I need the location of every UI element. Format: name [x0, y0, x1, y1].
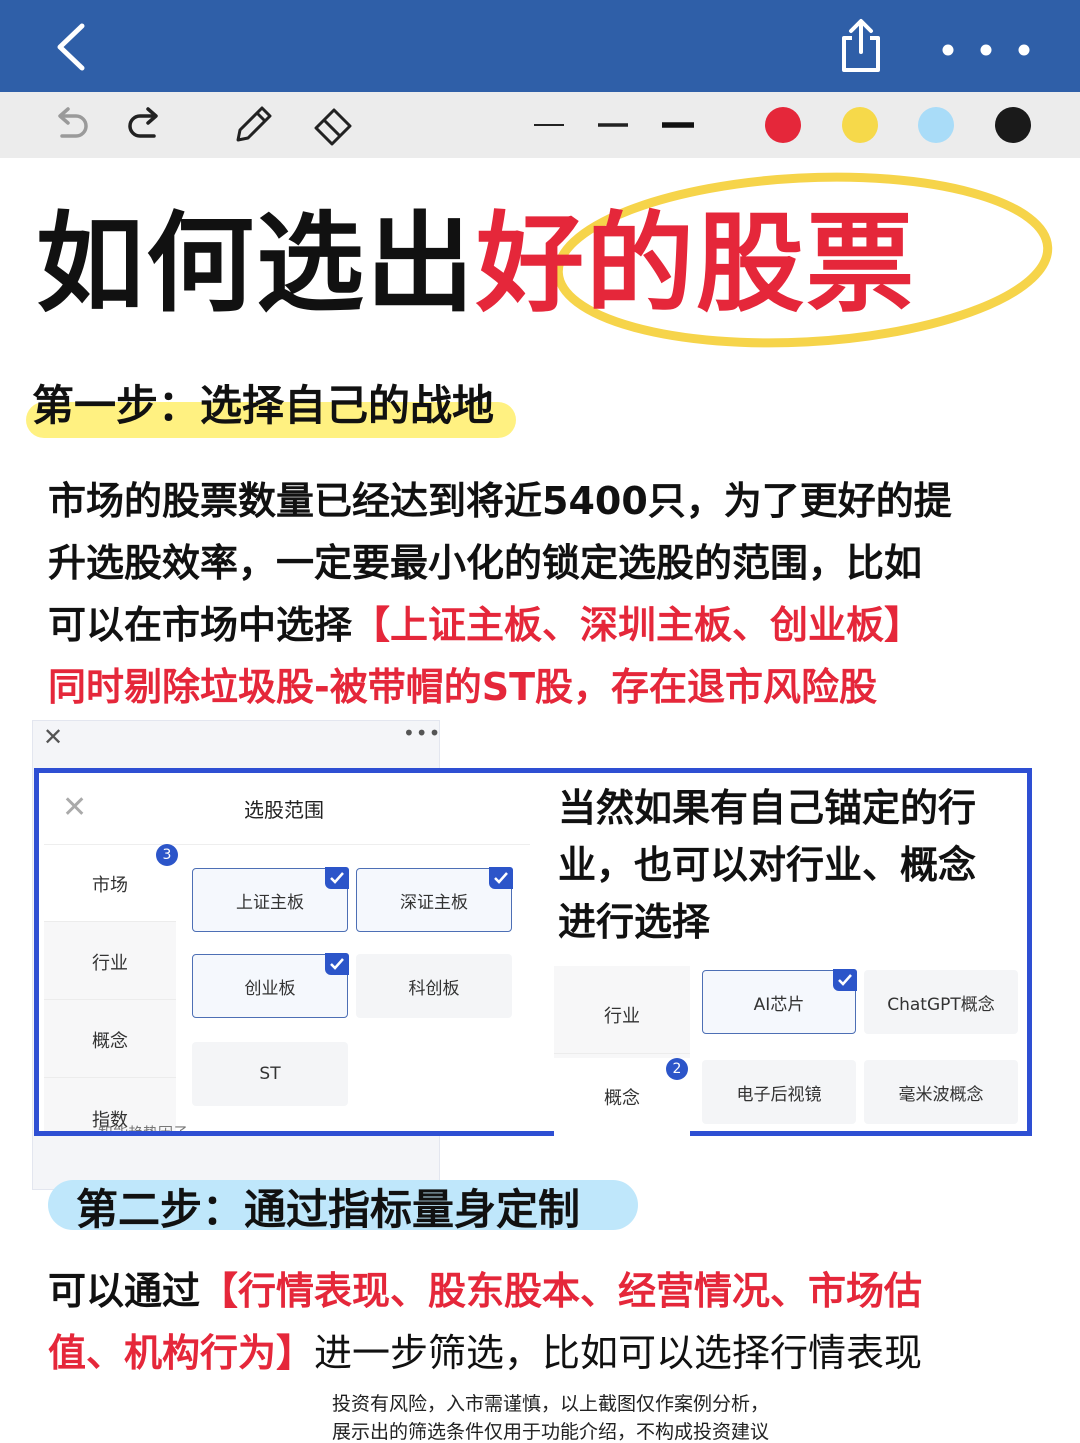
step2-line-2-red: 值、机构行为】 [48, 1331, 315, 1375]
overlap-text: 智能趋势因子 [98, 1122, 188, 1131]
chip-label: 深证主板 [400, 892, 468, 913]
chip-star-market[interactable]: 科创板 [356, 954, 512, 1018]
scope-sidebar: 市场 行业 概念 指数 [44, 846, 176, 1131]
disclaimer-line-1: 投资有风险，入市需谨慎，以上截图仅作案例分析， [332, 1393, 770, 1415]
title-black-part: 如何选出 [36, 202, 477, 327]
chip-shanghai-main-board[interactable]: 上证主板 [192, 867, 349, 932]
eraser-icon[interactable] [310, 102, 356, 148]
step1-line-1: 市场的股票数量已经达到将近5400只，为了更好的提 [48, 479, 952, 523]
check-icon [325, 867, 349, 889]
industry-concept-note: 当然如果有自己锚定的行 业，也可以对行业、概念 进行选择 [558, 780, 976, 951]
step2-heading: 第二步：通过指标量身定制 [76, 1185, 581, 1234]
color-swatch-black[interactable] [995, 107, 1031, 143]
color-swatch-yellow[interactable] [842, 107, 878, 143]
step2-line-1-black: 可以通过 [48, 1269, 201, 1313]
redo-icon[interactable] [122, 102, 168, 148]
chip-st[interactable]: ST [192, 1042, 348, 1106]
chip-chinext[interactable]: 创业板 [192, 953, 349, 1018]
sidebar-item-industry[interactable]: 行业 [554, 976, 690, 1054]
step1-line-3: 可以在市场中选择【上证主板、深圳主板、创业板】 [48, 594, 922, 656]
count-badge: 3 [156, 844, 178, 866]
note-line-2: 业，也可以对行业、概念 [558, 843, 977, 887]
line-width-thin[interactable] [532, 108, 566, 142]
step1-heading: 第一步：选择自己的战地 [32, 381, 495, 430]
share-icon[interactable] [836, 18, 886, 74]
chip-millimeter-wave[interactable]: 毫米波概念 [864, 1060, 1018, 1124]
check-icon [489, 867, 513, 889]
step1-line-3-red: 【上证主板、深圳主板、创业板】 [352, 603, 923, 647]
close-icon[interactable]: ✕ [43, 723, 63, 751]
chip-label: 创业板 [244, 978, 296, 999]
check-icon [833, 969, 857, 991]
page-title: 如何选出好的股票 [36, 200, 916, 330]
step1-line-4: 同时剔除垃圾股-被带帽的ST股，存在退市风险股 [48, 665, 878, 709]
check-icon [325, 953, 349, 975]
top-nav-bar [0, 0, 1080, 92]
pencil-icon[interactable] [230, 102, 276, 148]
chip-electronic-mirror[interactable]: 电子后视镜 [702, 1060, 856, 1124]
disclaimer-line-2: 展示出的筛选条件仅用于功能介绍，不构成投资建议 [332, 1421, 770, 1443]
chip-shenzhen-main-board[interactable]: 深证主板 [356, 867, 513, 932]
chip-chatgpt-concept[interactable]: ChatGPT概念 [864, 970, 1018, 1034]
more-horizontal-icon[interactable] [936, 30, 1036, 70]
color-swatch-red[interactable] [765, 107, 801, 143]
concept-sidebar: 行业 概念 [554, 966, 690, 1136]
chip-label: AI芯片 [753, 994, 805, 1015]
color-swatch-light-blue[interactable] [918, 107, 954, 143]
chevron-left-icon[interactable] [50, 22, 94, 72]
sidebar-item-concept[interactable]: 概念 [44, 1002, 176, 1078]
step2-line-1-red: 【行情表现、股东股本、经营情况、市场估 [200, 1269, 923, 1313]
modal-title: 选股范围 [244, 798, 324, 822]
close-icon[interactable]: ✕ [62, 790, 87, 825]
line-width-thick[interactable] [660, 108, 696, 142]
undo-icon[interactable] [48, 102, 94, 148]
step1-line-2: 升选股效率，一定要最小化的锁定选股的范围，比如 [48, 541, 923, 585]
step1-line-3-black: 可以在市场中选择 [48, 603, 353, 647]
note-line-1: 当然如果有自己锚定的行 [558, 786, 977, 830]
chip-label: 上证主板 [236, 892, 304, 913]
divider [44, 844, 530, 845]
more-horizontal-icon[interactable]: ••• [403, 721, 441, 745]
stock-scope-modal: ✕ 选股范围 市场 行业 概念 指数 3 上证主板 深证主板 创业板 科创板 S… [44, 776, 530, 1131]
count-badge: 2 [666, 1058, 688, 1080]
drawing-toolbar [0, 92, 1080, 158]
line-width-medium[interactable] [596, 108, 630, 142]
sidebar-item-industry[interactable]: 行业 [44, 924, 176, 1000]
chip-ai-chip[interactable]: AI芯片 [702, 969, 857, 1034]
step2-line-2-black: 进一步筛选，比如可以选择行情表现 [314, 1331, 923, 1375]
note-line-3: 进行选择 [558, 900, 711, 944]
step2-line-2: 值、机构行为】进一步筛选，比如可以选择行情表现 [48, 1322, 922, 1384]
title-red-part: 好的股票 [476, 202, 917, 327]
step2-line-1: 可以通过【行情表现、股东股本、经营情况、市场估 [48, 1260, 922, 1322]
